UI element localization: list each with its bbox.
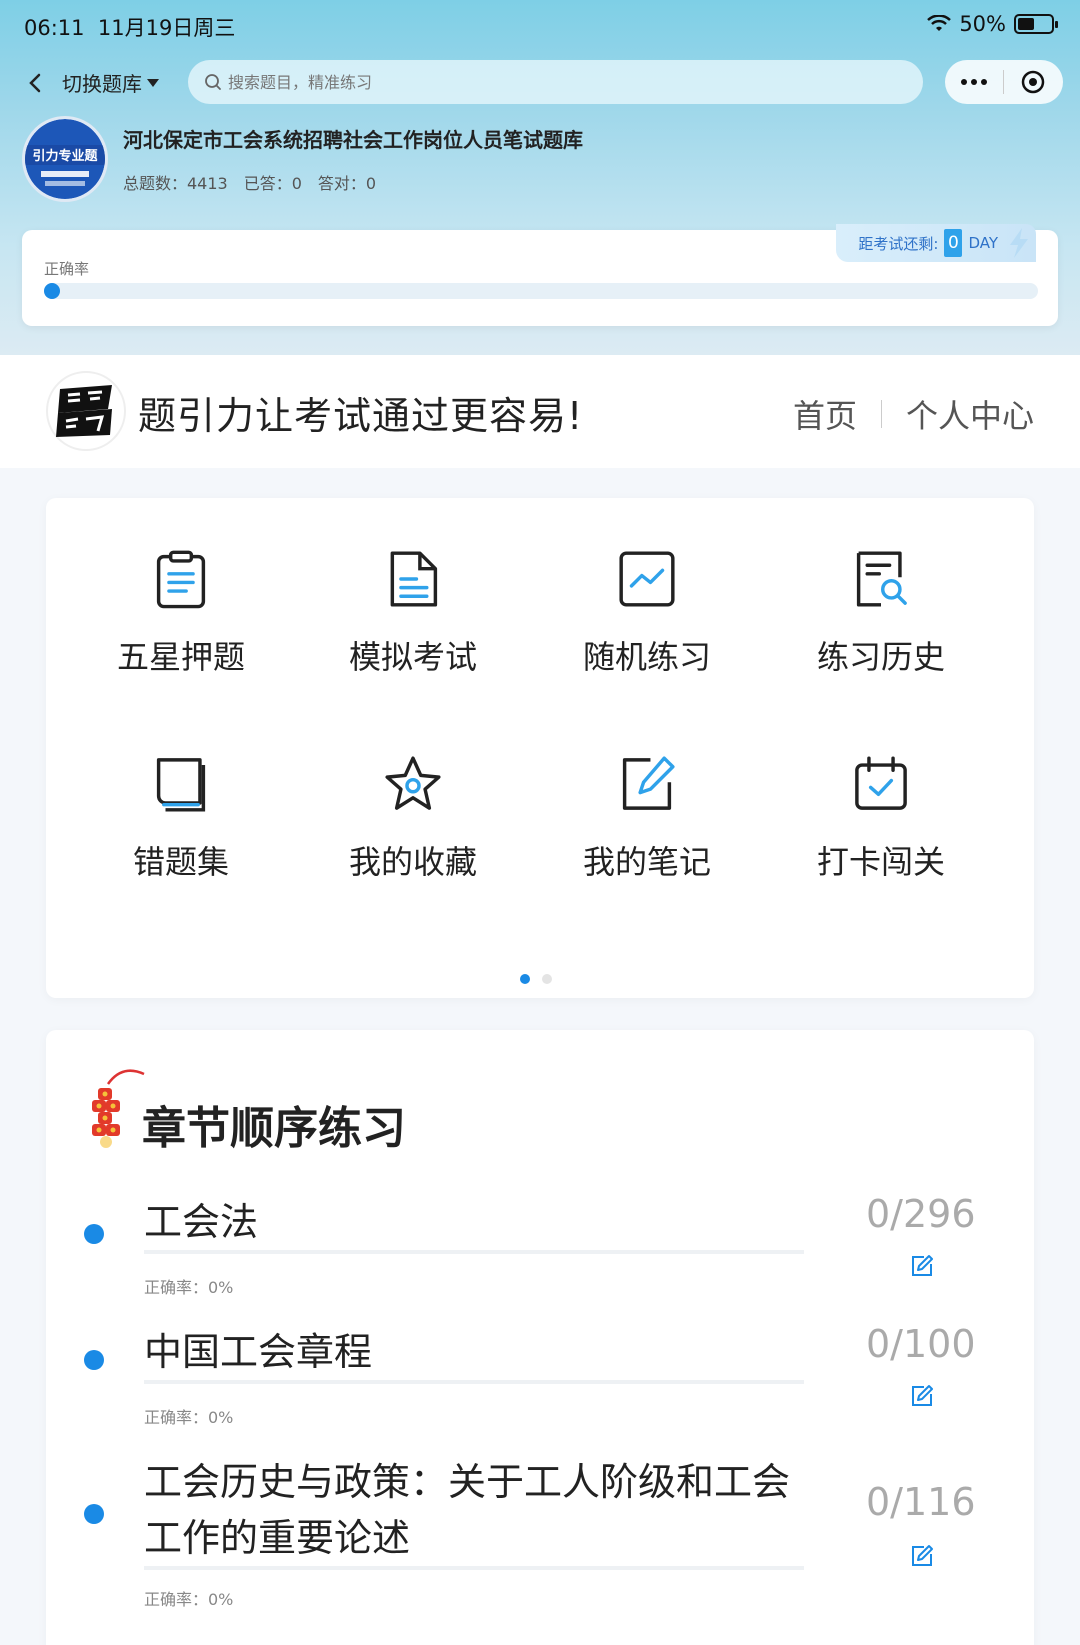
grid-label: 五星押题 (116, 638, 245, 676)
edit-icon[interactable] (910, 1544, 934, 1568)
grid-item-mock-exam[interactable]: 模拟考试 (298, 498, 528, 678)
chapter-progress-track (144, 1250, 804, 1254)
accuracy-progress-indicator (44, 283, 60, 299)
edit-icon[interactable] (910, 1384, 934, 1408)
grid-label: 错题集 (132, 843, 229, 881)
chapter-row[interactable]: 工会法 正确率：0% 0/296 (46, 1150, 1034, 1297)
grid-label: 我的笔记 (582, 843, 711, 881)
edit-icon[interactable] (910, 1254, 934, 1278)
grid-item-practice-history[interactable]: 练习历史 (766, 498, 996, 678)
switch-library-label: 切换题库 (62, 72, 142, 96)
chapter-name: 工会历史与政策：关于工人阶级和工会工作的重要论述 (144, 1460, 791, 1560)
chapter-row[interactable]: 中国工会章程 正确率：0% 0/100 (46, 1280, 1034, 1427)
chapter-count: 0/116 (866, 1480, 976, 1524)
battery-percent: 50% (959, 12, 1006, 36)
accuracy-label: 正确率 (44, 260, 90, 278)
grid-item-random-practice[interactable]: 随机练习 (532, 498, 762, 678)
search-input[interactable] (228, 72, 888, 92)
library-logo: 引力专业题 (22, 116, 108, 202)
slogan-text: 题引力让考试通过更容易! (138, 394, 584, 438)
search-icon (205, 74, 221, 90)
more-icon[interactable] (945, 60, 1003, 104)
chapter-name: 中国工会章程 (144, 1330, 373, 1374)
grid-label: 打卡闯关 (816, 843, 945, 881)
grid-item-notes[interactable]: 我的笔记 (532, 703, 762, 883)
chapter-bullet (84, 1504, 104, 1524)
banner-nav: 首页 个人中心 (793, 391, 1034, 437)
grid-item-favorites[interactable]: 我的收藏 (298, 703, 528, 883)
chapter-progress-track (144, 1566, 804, 1570)
countdown-unit: DAY (968, 234, 998, 252)
grid-label: 我的收藏 (348, 843, 477, 881)
calendar-check-icon (855, 756, 907, 810)
status-bar: 06:11 11月19日周三 50% (0, 0, 1080, 48)
chapter-count: 0/296 (866, 1192, 976, 1236)
lightning-icon (1010, 228, 1028, 258)
library-stats: 总题数：4413 已答：0 答对：0 (123, 170, 376, 194)
chapter-count: 0/100 (866, 1322, 976, 1366)
chapter-accuracy: 正确率：0% (144, 1590, 234, 1609)
grid-item-wrong-questions[interactable]: 错题集 (66, 703, 296, 883)
total-count: 总题数：4413 (123, 174, 228, 193)
grid-pager (520, 974, 552, 984)
countdown-label: 距考试还剩: (858, 234, 939, 253)
grid-label: 随机练习 (582, 638, 711, 676)
document-icon (390, 551, 438, 607)
chapter-row[interactable]: 工会历史与政策：关于工人阶级和工会工作的重要论述 正确率：0% 0/116 (46, 1410, 1034, 1609)
clipboard-icon (156, 550, 206, 609)
brand-logo (46, 371, 126, 451)
exam-countdown: 距考试还剩: 0 DAY (836, 224, 1036, 262)
battery-icon (1014, 14, 1058, 34)
answered-count: 已答：0 (243, 174, 302, 193)
grid-label: 练习历史 (816, 638, 945, 676)
pager-dot[interactable] (542, 974, 552, 984)
wifi-icon (927, 15, 952, 31)
library-title: 河北保定市工会系统招聘社会工作岗位人员笔试题库 (123, 128, 583, 152)
trend-chart-icon (619, 551, 675, 607)
nav-row: 切换题库 (0, 58, 1080, 108)
accuracy-progress (44, 283, 1038, 299)
library-logo-text: 引力专业题 (32, 148, 98, 163)
star-icon (385, 756, 441, 810)
feature-grid-card: 五星押题 模拟考试 随机练习 练习历史 错题集 我的收藏 我的笔记 打卡闯关 (46, 498, 1034, 998)
book-icon (156, 758, 206, 812)
grid-item-check-in[interactable]: 打卡闯关 (766, 703, 996, 883)
edit-note-icon (622, 756, 675, 810)
accuracy-card: 正确率 距考试还剩: 0 DAY (22, 224, 1058, 326)
mini-program-capsule (945, 60, 1063, 104)
chapter-bullet (84, 1224, 104, 1244)
chapter-practice-card: 章节顺序练习 工会法 正确率：0% 0/296 中国工会章程 正确率：0% 0/… (46, 1030, 1034, 1645)
nav-divider (880, 400, 882, 428)
close-target-icon[interactable] (1004, 60, 1062, 104)
chapter-progress-track (144, 1380, 804, 1384)
pager-dot-active[interactable] (520, 974, 530, 984)
chapter-section-title: 章节顺序练习 (142, 1103, 406, 1154)
switch-library-button[interactable]: 切换题库 (62, 68, 160, 97)
chapter-name: 工会法 (144, 1200, 259, 1244)
back-icon[interactable] (20, 68, 50, 98)
nav-personal-center-link[interactable]: 个人中心 (906, 391, 1034, 437)
caret-down-icon (147, 78, 159, 87)
grid-label: 模拟考试 (348, 638, 477, 676)
grid-item-five-star[interactable]: 五星押题 (66, 498, 296, 678)
correct-count: 答对：0 (317, 174, 377, 193)
search-box[interactable] (188, 60, 923, 104)
status-right: 50% (927, 12, 1058, 36)
countdown-value: 0 (944, 229, 963, 257)
search-document-icon (856, 551, 907, 607)
chapter-bullet (84, 1350, 104, 1370)
nav-home-link[interactable]: 首页 (793, 391, 857, 437)
slogan-banner: 题引力让考试通过更容易! 首页 个人中心 (0, 355, 1080, 468)
status-time: 06:11 11月19日周三 (24, 16, 236, 40)
